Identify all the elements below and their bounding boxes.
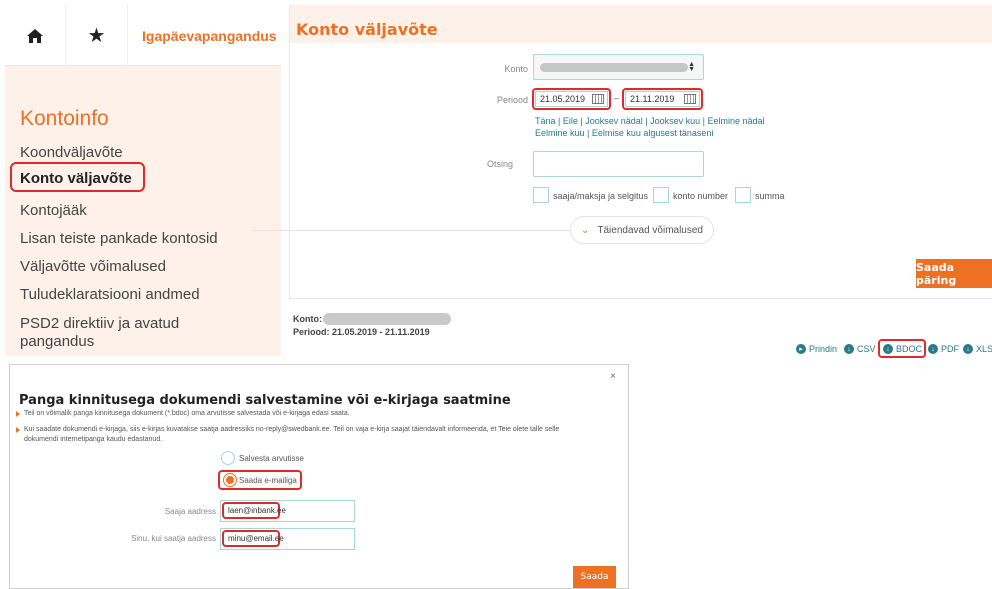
bullet-icon [16, 411, 20, 417]
bullet-icon [16, 427, 20, 433]
section-title: Kontoinfo [20, 107, 109, 130]
sender-email-value: minu@email.ee [228, 534, 284, 543]
link-today[interactable]: Täna [535, 116, 556, 126]
dialog-title: Panga kinnitusega dokumendi salvestamine… [19, 393, 511, 408]
dialog-info-1: Teil on võimalik panga kinnitusega dokum… [24, 410, 350, 417]
download-icon: ↓ [928, 344, 938, 354]
dialog-info-2-cont: dokumendi internetipanga kaudu edastanud… [24, 436, 163, 443]
download-xls-label: XLS [976, 344, 992, 354]
home-button[interactable] [5, 5, 66, 66]
account-select[interactable]: ▲ ▼ [533, 54, 704, 80]
result-account-label: Konto: [293, 314, 322, 324]
home-icon [27, 28, 43, 43]
dialog-send-button[interactable]: Saada [573, 566, 616, 588]
print-icon: ▸ [796, 344, 806, 354]
link-yesterday[interactable]: Eile [563, 116, 578, 126]
bdoc-highlight [878, 339, 926, 358]
page-title: Konto väljavõte [296, 20, 438, 39]
filter-checkbox-amount[interactable] [735, 187, 751, 203]
search-label: Otsing [486, 159, 513, 169]
download-icon: ↓ [844, 344, 854, 354]
recipient-label: Saaja aadress [164, 507, 216, 516]
radio-save-to-computer[interactable] [221, 451, 235, 465]
filter-checkbox-counterparty[interactable] [533, 187, 549, 203]
quick-period-links-row2: Eelmine kuu | Eelmise kuu algusest tänas… [535, 128, 714, 138]
date-from-highlight [532, 88, 611, 110]
download-csv-label: CSV [857, 344, 876, 354]
account-value-redacted [540, 63, 688, 72]
sidebar-item-other-banks[interactable]: Lisan teiste pankade kontosid [20, 230, 218, 248]
filter-label-counterparty: saaja/maksja ja selgitus [553, 191, 649, 201]
radio-email-label: Saada e-mailiga [239, 476, 297, 485]
star-icon: ★ [87, 25, 106, 47]
quick-period-links: Täna | Eile | Jooksev nädal | Jooksev ku… [535, 116, 765, 126]
chevron-down-icon: ⌄ [580, 224, 590, 236]
result-period: Periood: 21.05.2019 - 21.11.2019 [293, 327, 430, 337]
sidebar-top-bar: ★ Igapäevapangandus [5, 5, 281, 66]
submit-query-button[interactable]: Saada päring [916, 259, 992, 288]
download-csv[interactable]: ↓ CSV [844, 344, 876, 354]
sidebar-item-balance[interactable]: Kontojääk [20, 202, 87, 220]
date-to-highlight [622, 88, 703, 110]
link-last-week[interactable]: Eelmine nädal [707, 116, 764, 126]
search-input[interactable] [533, 151, 704, 177]
filter-label-account-number: konto number [673, 191, 729, 201]
sender-label: Sinu, kui saatja aadress [131, 534, 216, 543]
filter-label-amount: summa [755, 191, 785, 201]
sidebar-item-psd2[interactable]: PSD2 direktiiv ja avatud pangandus [20, 315, 179, 351]
filter-checkbox-account-number[interactable] [653, 187, 669, 203]
dialog-info-2: Kui saadate dokumendi e-kirjaga, siis e-… [24, 426, 560, 433]
panel-header: Konto väljavõte [290, 5, 992, 43]
select-arrows-icon: ▲ ▼ [688, 61, 695, 73]
download-xls[interactable]: ↓ XLS [963, 344, 992, 354]
radio-save-label: Salvesta arvutisse [239, 454, 304, 463]
download-icon: ↓ [963, 344, 973, 354]
link-current-month[interactable]: Jooksev kuu [650, 116, 700, 126]
radio-send-email[interactable] [223, 473, 237, 487]
result-account-redacted [323, 313, 451, 325]
download-print-label: Prindin [809, 344, 838, 354]
sidebar-item-summary-statement[interactable]: Koondväljavõte [20, 144, 123, 162]
sidebar-item-account-statement[interactable]: Konto väljavõte [20, 170, 132, 188]
download-print[interactable]: ▸ Prindin [796, 344, 837, 354]
download-pdf[interactable]: ↓ PDF [928, 344, 959, 354]
sidebar-item-tax-data[interactable]: Tuludeklaratsiooni andmed [20, 286, 200, 304]
sidebar-item-psd2-line2: pangandus [20, 333, 95, 350]
link-current-week[interactable]: Jooksev nädal [585, 116, 643, 126]
close-icon[interactable]: × [610, 371, 616, 382]
account-label: Konto [504, 64, 528, 74]
more-options-label: Täiendavad võimalused [597, 224, 703, 236]
more-options-button[interactable]: ⌄ Täiendavad võimalused [570, 216, 714, 244]
link-last-month[interactable]: Eelmine kuu [535, 128, 585, 138]
daily-banking-link[interactable]: Igapäevapangandus [142, 5, 277, 66]
period-label: Periood [496, 95, 528, 105]
link-since-last-month[interactable]: Eelmise kuu algusest tänaseni [592, 128, 714, 138]
sidebar-item-statement-options[interactable]: Väljavõtte võimalused [20, 258, 166, 276]
sidebar-item-psd2-line1: PSD2 direktiiv ja avatud [20, 315, 180, 332]
period-separator: – [614, 93, 620, 103]
download-pdf-label: PDF [941, 344, 959, 354]
recipient-email-value: laen@inbank.ee [228, 506, 286, 515]
favorites-button[interactable]: ★ [66, 5, 128, 66]
